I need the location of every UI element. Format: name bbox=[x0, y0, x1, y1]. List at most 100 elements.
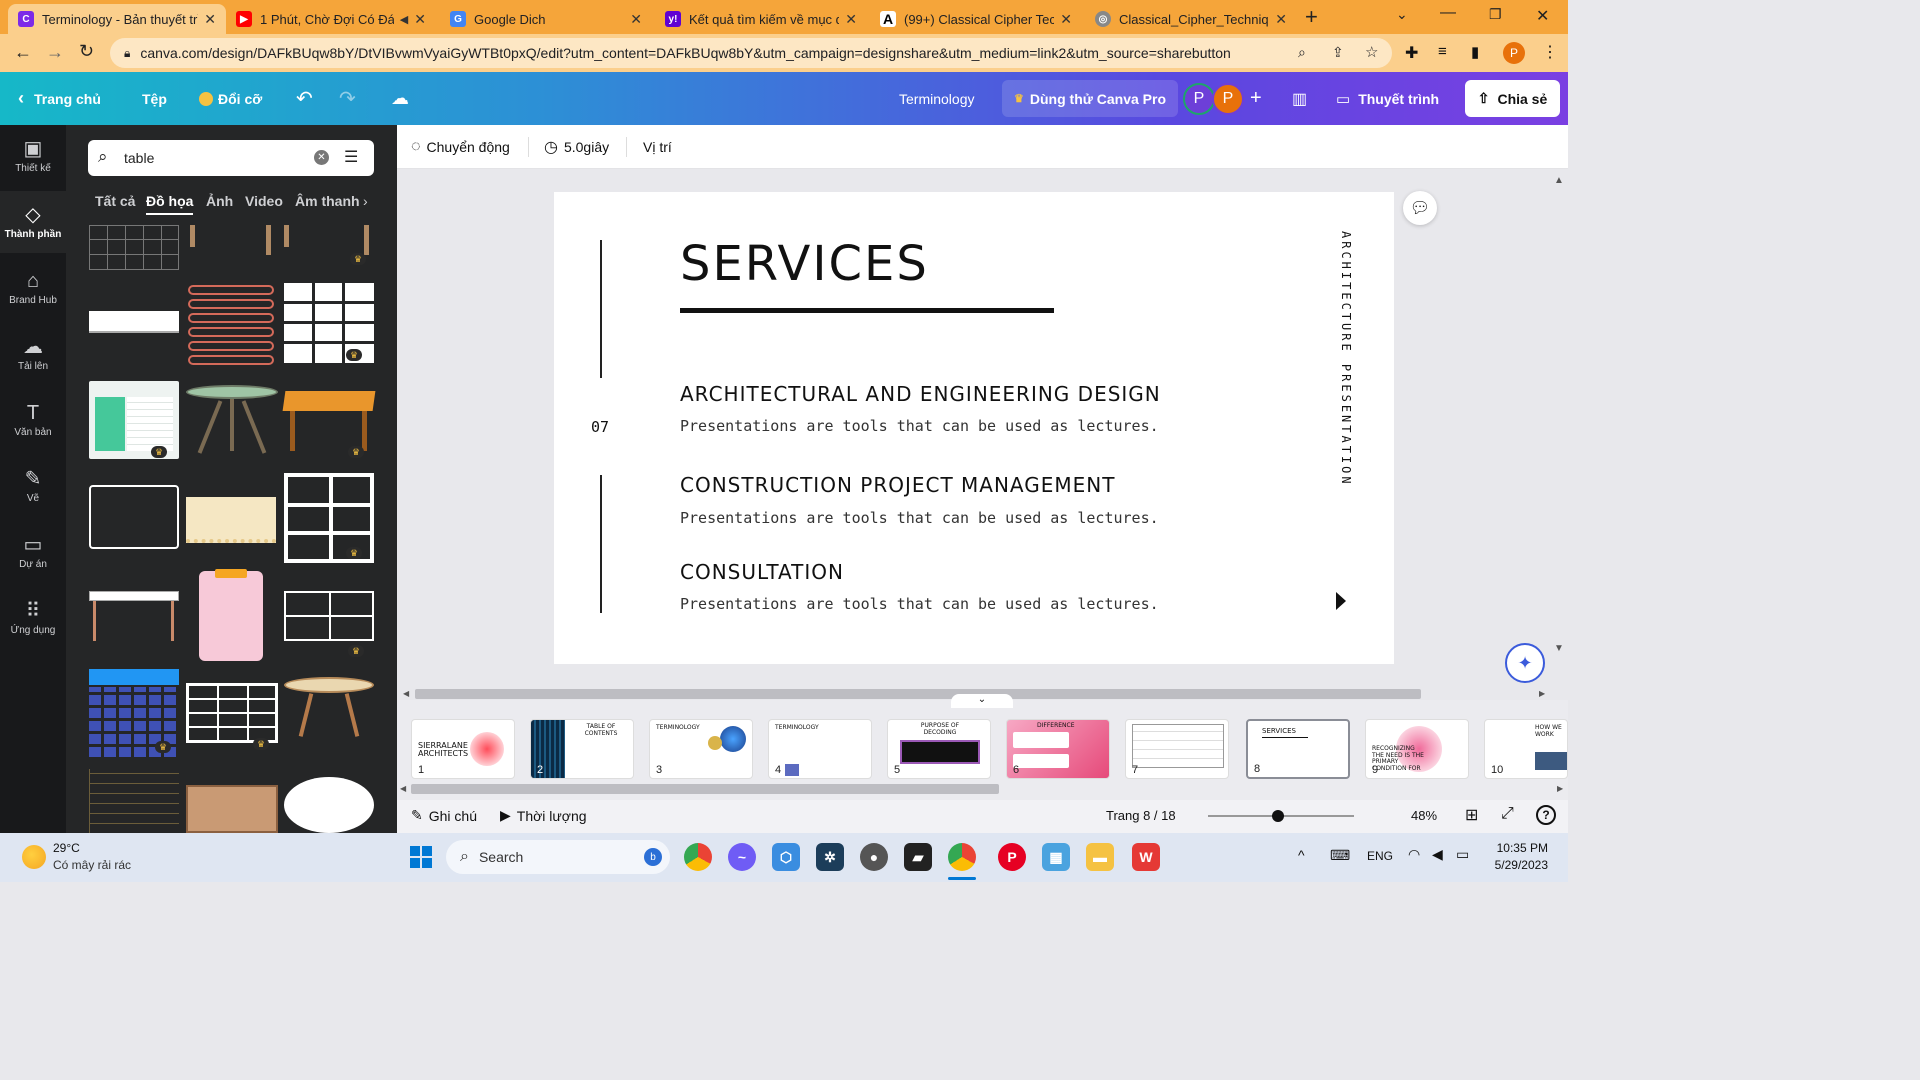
thumbnail-10[interactable]: HOW WE WORK 10 bbox=[1484, 719, 1568, 779]
fullscreen-icon[interactable]: ⤢ bbox=[1501, 805, 1514, 823]
close-tab-icon[interactable]: ✕ bbox=[1060, 11, 1072, 28]
file-explorer-icon[interactable]: ▬ bbox=[1086, 843, 1114, 871]
category-videos[interactable]: Video bbox=[245, 193, 283, 209]
lined-table-element[interactable] bbox=[89, 769, 179, 833]
green-spreadsheet-element[interactable]: ♛ bbox=[89, 381, 179, 459]
window-close-icon[interactable]: ✕ bbox=[1536, 6, 1549, 26]
rail-upload[interactable]: ☁ Tải lên bbox=[0, 323, 66, 385]
scroll-left-icon[interactable]: ◀ bbox=[403, 689, 409, 698]
clear-search-icon[interactable]: ✕ bbox=[314, 150, 329, 165]
wood-desk-element[interactable] bbox=[186, 785, 278, 833]
add-comment-icon[interactable]: 💬︎ bbox=[1403, 191, 1437, 225]
scroll-right-icon[interactable]: ▶ bbox=[1539, 689, 1545, 698]
reload-icon[interactable]: ↻ bbox=[79, 41, 94, 62]
present-button[interactable]: ▭ Thuyết trình bbox=[1336, 72, 1439, 125]
chevron-right-icon[interactable]: › bbox=[363, 193, 368, 209]
duration-button[interactable]: ◷ 5.0giây bbox=[544, 125, 609, 169]
taskbar-search[interactable]: ⌕ Search b bbox=[446, 840, 670, 874]
new-tab-icon[interactable]: + bbox=[1305, 4, 1318, 30]
language-indicator[interactable]: ENG bbox=[1367, 849, 1393, 863]
share-page-icon[interactable]: ⇪ bbox=[1332, 44, 1344, 61]
grid-view-icon[interactable]: ⊞ bbox=[1465, 805, 1478, 825]
help-icon[interactable]: ? bbox=[1536, 805, 1556, 825]
clock-date[interactable]: 5/29/2023 bbox=[1492, 858, 1548, 872]
bookmark-star-icon[interactable]: ☆ bbox=[1365, 43, 1378, 61]
rail-brand-hub[interactable]: ⌂ Brand Hub bbox=[0, 257, 66, 319]
scroll-up-icon[interactable]: ▲ bbox=[1554, 175, 1564, 186]
tab-google-translate[interactable]: G Google Dich ✕ bbox=[440, 4, 652, 34]
white-desk-element[interactable] bbox=[89, 591, 179, 641]
volume-icon[interactable]: ◀ bbox=[1432, 846, 1443, 863]
zoom-slider-knob[interactable] bbox=[1272, 810, 1284, 822]
round-wood-table-element[interactable] bbox=[284, 677, 374, 739]
duration-footer-button[interactable]: ▶ Thời lượng bbox=[500, 807, 587, 824]
magic-assistant-icon[interactable]: ✦ bbox=[1505, 643, 1545, 683]
pink-clipboard-table-element[interactable] bbox=[199, 569, 263, 661]
filter-icon[interactable]: ☰ bbox=[344, 147, 358, 167]
thumbnail-1[interactable]: SIERRALANE ARCHITECTS 1 bbox=[411, 719, 515, 779]
rail-apps[interactable]: ⠿ Ứng dụng bbox=[0, 587, 66, 649]
rail-projects[interactable]: ▭ Dự án bbox=[0, 521, 66, 583]
resize-button[interactable]: Đổi cỡ bbox=[199, 72, 262, 125]
animate-button[interactable]: ◌ Chuyển động bbox=[411, 125, 510, 169]
rail-text[interactable]: T Văn bản bbox=[0, 389, 66, 451]
position-button[interactable]: Vị trí bbox=[643, 125, 672, 169]
slide-title[interactable]: SERVICES bbox=[680, 236, 929, 292]
address-bar[interactable]: 🔒︎ canva.com/design/DAFkBUqw8bY/DtVIBvwm… bbox=[110, 38, 1392, 68]
thumbnail-9[interactable]: RECOGNIZING THE NEED IS THE PRIMARY COND… bbox=[1365, 719, 1469, 779]
thin-grid-table-element[interactable]: ♛ bbox=[284, 591, 374, 657]
tab-academia[interactable]: A (99+) Classical Cipher Techn ✕ bbox=[870, 4, 1082, 34]
collaborator-avatar[interactable]: P bbox=[1183, 83, 1215, 115]
thumbnail-4[interactable]: TERMINOLOGY 4 bbox=[768, 719, 872, 779]
notes-button[interactable]: ✎ Ghi chú bbox=[411, 807, 477, 824]
app-hexagon-icon[interactable]: ⬡ bbox=[772, 843, 800, 871]
wps-office-icon[interactable]: W bbox=[1132, 843, 1160, 871]
category-graphics[interactable]: Đồ họa bbox=[146, 193, 194, 215]
file-menu-button[interactable]: Tệp bbox=[142, 72, 167, 125]
service-body-1[interactable]: Presentations are tools that can be used… bbox=[680, 417, 1159, 435]
tab-youtube[interactable]: ▶ 1 Phút, Chờ Đợi Có Đáng ◀ ✕ bbox=[226, 4, 436, 34]
close-tab-icon[interactable]: ✕ bbox=[630, 11, 642, 28]
category-all[interactable]: Tất cả bbox=[95, 193, 135, 209]
white-table-strip-element[interactable] bbox=[89, 311, 179, 333]
white-round-table-element[interactable] bbox=[284, 777, 374, 833]
scrollbar-thumb[interactable] bbox=[415, 689, 1421, 699]
play-triangle-shape[interactable] bbox=[1336, 592, 1346, 610]
photos-icon[interactable]: ▦ bbox=[1042, 843, 1070, 871]
white-grid-table-element[interactable]: ♛ bbox=[284, 283, 374, 363]
slide-page[interactable]: SERVICES ARCHITECTURAL AND ENGINEERING D… bbox=[554, 192, 1394, 664]
white-lines-table-element[interactable]: ♛ bbox=[186, 683, 278, 750]
close-tab-icon[interactable]: ✕ bbox=[414, 11, 426, 28]
blue-calendar-table-element[interactable]: ♛ bbox=[89, 669, 179, 757]
minimize-icon[interactable]: — bbox=[1440, 4, 1456, 22]
extensions-icon[interactable]: ✚ bbox=[1405, 43, 1418, 63]
add-collaborator-icon[interactable]: + bbox=[1250, 72, 1262, 125]
rail-design[interactable]: ▣ Thiết kế bbox=[0, 125, 66, 187]
zoom-icon[interactable]: ⌕ bbox=[1298, 44, 1306, 61]
browser-menu-icon[interactable]: ⋮ bbox=[1542, 42, 1558, 62]
sticky-notes-icon[interactable]: ▰ bbox=[904, 843, 932, 871]
service-body-3[interactable]: Presentations are tools that can be used… bbox=[680, 595, 1159, 613]
thumbnail-7[interactable]: 7 bbox=[1125, 719, 1229, 779]
media-control-icon[interactable]: ≡ bbox=[1438, 43, 1447, 60]
chrome-icon[interactable] bbox=[684, 843, 712, 871]
element-search-input[interactable]: ⌕ table ✕ ☰ bbox=[88, 140, 374, 176]
service-body-2[interactable]: Presentations are tools that can be used… bbox=[680, 509, 1159, 527]
speaker-icon[interactable]: ◀ bbox=[400, 13, 408, 26]
cloud-saved-icon[interactable]: ☁ bbox=[391, 72, 409, 125]
thumb-scroll-left-icon[interactable]: ◀ bbox=[400, 784, 406, 793]
rail-draw[interactable]: ✎ Vẽ bbox=[0, 455, 66, 517]
orange-wood-table-element[interactable]: ♛ bbox=[282, 391, 376, 458]
obs-icon[interactable]: ● bbox=[860, 843, 888, 871]
black-grid-table-element[interactable]: ♛ bbox=[284, 473, 374, 563]
zoom-value[interactable]: 48% bbox=[1411, 808, 1437, 823]
messenger-icon[interactable]: ~ bbox=[728, 843, 756, 871]
insights-chart-icon[interactable]: ▥ bbox=[1292, 72, 1307, 125]
redo-icon[interactable]: ↷ bbox=[339, 72, 356, 125]
scroll-down-icon[interactable]: ▼ bbox=[1554, 643, 1564, 654]
rail-elements[interactable]: ◇ Thành phần bbox=[0, 191, 66, 253]
close-tab-icon[interactable]: ✕ bbox=[845, 11, 857, 28]
thumbnail-2[interactable]: TABLE OF CONTENTS 2 bbox=[530, 719, 634, 779]
category-audio[interactable]: Âm thanh bbox=[295, 193, 360, 209]
black-frame-table-element[interactable] bbox=[89, 485, 179, 549]
